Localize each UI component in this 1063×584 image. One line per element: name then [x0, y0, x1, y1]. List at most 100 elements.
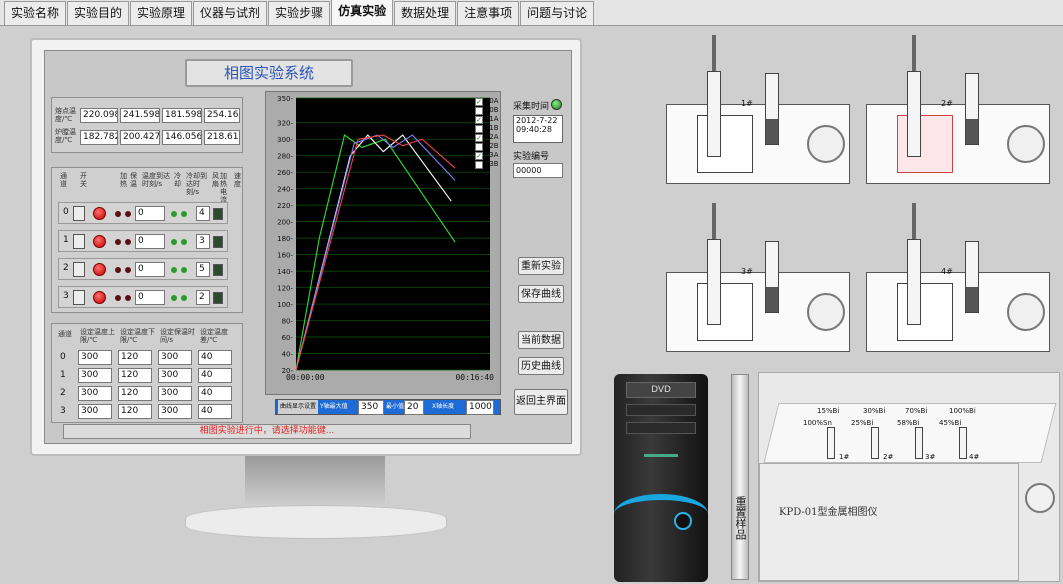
tab-notes[interactable]: 注意事项 — [457, 1, 520, 25]
y-tick-label: 240- — [277, 186, 293, 194]
upper-temp-input[interactable]: 300 — [78, 368, 112, 383]
xlen-input[interactable]: 1000 — [466, 400, 494, 415]
cool-led — [171, 239, 177, 245]
y-tick-label: 300- — [277, 136, 293, 144]
channel-switch[interactable] — [73, 290, 85, 305]
speed-field[interactable]: 3 — [196, 234, 210, 249]
legend-item-t0b[interactable]: T0B — [475, 106, 505, 115]
legend-checkbox[interactable]: ✓ — [475, 151, 483, 160]
history-curve-button[interactable]: 历史曲线 — [518, 357, 564, 375]
y-tick-label: 160- — [277, 252, 293, 260]
acq-indicator-icon — [551, 99, 562, 110]
ymin-input[interactable]: 20 — [404, 400, 424, 415]
lower-temp-input[interactable]: 120 — [118, 350, 152, 365]
cool-led — [171, 267, 177, 273]
tab-steps[interactable]: 实验步骤 — [268, 1, 331, 25]
legend-checkbox[interactable] — [475, 142, 483, 151]
legend-checkbox[interactable] — [475, 106, 483, 115]
heat-led — [115, 239, 121, 245]
power-button[interactable] — [674, 512, 692, 530]
legend-item-t0a[interactable]: ✓ T0A — [475, 97, 505, 106]
tab-data-processing[interactable]: 数据处理 — [394, 1, 457, 25]
channel-switch[interactable] — [73, 262, 85, 277]
tab-instruments[interactable]: 仪器与试剂 — [193, 1, 268, 25]
melting-temp-0: 220.098 — [80, 108, 118, 123]
legend-item-t3a[interactable]: ✓ T3A — [475, 151, 505, 160]
hold-time-input[interactable]: 300 — [158, 404, 192, 419]
speed-field[interactable]: 2 — [196, 290, 210, 305]
xlen-label: X轴长度 — [432, 403, 455, 410]
tab-experiment-principle[interactable]: 实验原理 — [130, 1, 193, 25]
upper-temp-input[interactable]: 300 — [78, 350, 112, 365]
slot-label: 3# — [925, 453, 936, 461]
speed-field[interactable]: 4 — [196, 206, 210, 221]
furnace-well — [697, 283, 753, 341]
ch-header-channel: 通道 — [60, 172, 67, 188]
melting-temp-1: 241.598 — [120, 108, 160, 123]
y-tick-label: 350- — [277, 95, 293, 103]
heat-led — [115, 267, 121, 273]
channel-led — [93, 263, 106, 276]
heat-time-field[interactable]: 0 — [135, 290, 165, 305]
hold-led — [125, 295, 131, 301]
set-header-hold: 设定保温时间/s — [160, 328, 195, 344]
channel-row-1: 1 0 3 — [58, 230, 228, 252]
upper-temp-input[interactable]: 300 — [78, 404, 112, 419]
fan-icon — [1007, 293, 1045, 331]
upper-temp-input[interactable]: 300 — [78, 386, 112, 401]
hold-time-input[interactable]: 300 — [158, 368, 192, 383]
tab-simulation[interactable]: 仿真实验 — [331, 0, 394, 25]
legend-checkbox[interactable]: ✓ — [475, 115, 483, 124]
restart-button[interactable]: 重新实验 — [518, 257, 564, 275]
ymax-input[interactable]: 350 — [358, 400, 384, 415]
furnace-cell-4: 4# — [866, 203, 1050, 352]
hold-time-input[interactable]: 300 — [158, 386, 192, 401]
heat-time-field[interactable]: 0 — [135, 234, 165, 249]
reset-sample-button[interactable]: 重置样品 — [731, 374, 749, 580]
channel-switch[interactable] — [73, 234, 85, 249]
tab-experiment-name[interactable]: 实验名称 — [4, 1, 67, 25]
legend-label: T3B — [485, 160, 499, 168]
tab-discussion[interactable]: 问题与讨论 — [520, 1, 595, 25]
hold-time-input[interactable]: 300 — [158, 350, 192, 365]
legend-item-t2b[interactable]: T2B — [475, 142, 505, 151]
legend-checkbox[interactable] — [475, 160, 483, 169]
temperature-panel: 熔点温度/℃ 220.098 241.598 181.598 254.16 炉膛… — [51, 97, 243, 153]
lower-temp-input[interactable]: 120 — [118, 368, 152, 383]
save-curve-button[interactable]: 保存曲线 — [518, 285, 564, 303]
legend-label: T0A — [485, 97, 499, 105]
system-title: 相图实验系统 — [185, 59, 353, 87]
channel-switch[interactable] — [73, 206, 85, 221]
exp-number-field[interactable]: 00000 — [513, 163, 563, 178]
legend-item-t3b[interactable]: T3B — [475, 160, 505, 169]
speed-field[interactable]: 5 — [196, 262, 210, 277]
channel-led — [93, 207, 106, 220]
legend-checkbox[interactable]: ✓ — [475, 133, 483, 142]
legend-item-t1a[interactable]: ✓ T1A — [475, 115, 505, 124]
temp-diff-input[interactable]: 40 — [198, 386, 232, 401]
furnace-temp-label: 炉膛温度/℃ — [55, 128, 76, 144]
heat-time-field[interactable]: 0 — [135, 262, 165, 277]
sample-tube — [907, 239, 921, 325]
current-data-button[interactable]: 当前数据 — [518, 331, 564, 349]
temp-diff-input[interactable]: 40 — [198, 404, 232, 419]
temp-diff-input[interactable]: 40 — [198, 350, 232, 365]
legend-label: T0B — [485, 106, 499, 114]
ch-header-speed: 速度 — [234, 172, 241, 188]
legend-checkbox[interactable] — [475, 124, 483, 133]
x-tick-label: 00:16:40 — [455, 373, 494, 382]
hold-led — [125, 211, 131, 217]
lower-temp-input[interactable]: 120 — [118, 386, 152, 401]
monitor-stand — [245, 456, 385, 506]
heat-time-field[interactable]: 0 — [135, 206, 165, 221]
temp-diff-input[interactable]: 40 — [198, 368, 232, 383]
tab-experiment-purpose[interactable]: 实验目的 — [67, 1, 130, 25]
back-main-button[interactable]: 返回主界面 — [514, 389, 568, 415]
legend-checkbox[interactable]: ✓ — [475, 97, 483, 106]
legend-item-t2a[interactable]: ✓ T2A — [475, 133, 505, 142]
legend-item-t1b[interactable]: T1B — [475, 124, 505, 133]
lower-temp-input[interactable]: 120 — [118, 404, 152, 419]
set-header-upper: 设定温度上限/℃ — [80, 328, 115, 344]
monitor-base — [185, 505, 447, 539]
ch-header-hold: 保温 — [130, 172, 137, 188]
